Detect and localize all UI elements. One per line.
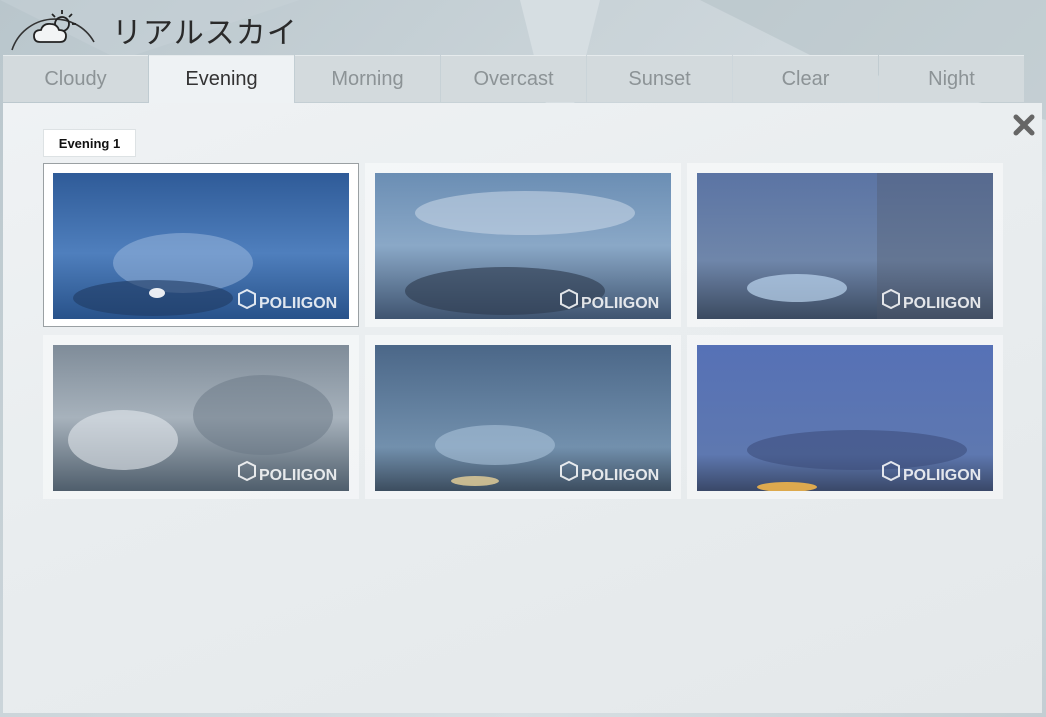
sky-image: POLIIGON bbox=[697, 173, 993, 319]
tab-evening[interactable]: Evening bbox=[149, 55, 294, 103]
watermark-label: POLIIGON bbox=[259, 467, 337, 484]
sky-category-tabs: Cloudy Evening Morning Overcast Sunset C… bbox=[3, 55, 1024, 103]
tab-sunset[interactable]: Sunset bbox=[587, 55, 732, 102]
app-title: リアルスカイ bbox=[112, 16, 298, 51]
sky-thumbnail[interactable]: POLIIGON bbox=[687, 335, 1003, 499]
close-icon[interactable] bbox=[1010, 111, 1038, 139]
sky-thumbnail[interactable]: POLIIGON bbox=[365, 335, 681, 499]
watermark-label: POLIIGON bbox=[903, 295, 981, 312]
tab-morning[interactable]: Morning bbox=[295, 55, 440, 102]
sky-thumbnail[interactable]: POLIIGON bbox=[365, 163, 681, 327]
sky-image: POLIIGON bbox=[697, 345, 993, 491]
app-header: リアルスカイ bbox=[0, 0, 1046, 56]
tab-night[interactable]: Night bbox=[879, 55, 1024, 102]
cloud-sun-icon bbox=[10, 2, 100, 54]
tab-cloudy[interactable]: Cloudy bbox=[3, 55, 148, 102]
watermark-label: POLIIGON bbox=[581, 295, 659, 312]
sky-image: POLIIGON bbox=[375, 173, 671, 319]
watermark-label: POLIIGON bbox=[581, 467, 659, 484]
sky-thumbnail[interactable]: POLIIGON bbox=[43, 335, 359, 499]
watermark-label: POLIIGON bbox=[259, 295, 337, 312]
sky-image: POLIIGON bbox=[53, 345, 349, 491]
watermark-label: POLIIGON bbox=[903, 467, 981, 484]
sky-image: POLIIGON bbox=[53, 173, 349, 319]
sky-thumbnail[interactable]: POLIIGON bbox=[687, 163, 1003, 327]
tab-overcast[interactable]: Overcast bbox=[441, 55, 586, 102]
tab-clear[interactable]: Clear bbox=[733, 55, 878, 102]
sky-image: POLIIGON bbox=[375, 345, 671, 491]
sky-gallery-panel: Evening 1 POLIIGON POLIIGON POLIIGON POL… bbox=[3, 103, 1042, 713]
sky-thumbnail[interactable]: POLIIGON bbox=[43, 163, 359, 327]
group-label: Evening 1 bbox=[43, 129, 136, 157]
